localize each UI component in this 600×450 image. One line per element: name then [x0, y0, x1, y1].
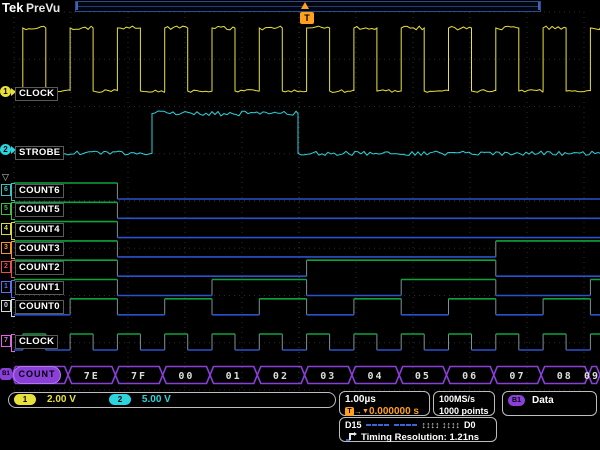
digital-label-count3: COUNT3	[15, 242, 64, 256]
digital-group-marker-icon: ▽	[2, 173, 9, 182]
trigger-flag: T	[300, 12, 314, 24]
digital-badge-d2: 2	[1, 261, 11, 273]
digital-traces	[14, 183, 600, 350]
timing-resolution: Timing Resolution: 1.21ns	[361, 432, 479, 443]
trigger-position-value: 0.000000 s	[369, 406, 419, 417]
svg-text:00: 00	[178, 371, 194, 382]
bus-mode: Data	[532, 395, 554, 406]
digital-msb-label: D15	[345, 420, 362, 430]
trigger-arrow-icon: →	[354, 407, 362, 416]
svg-text:7F: 7F	[131, 371, 147, 382]
ch2-strobe-trace	[14, 111, 600, 155]
digital-badge-d1: 1	[1, 281, 11, 293]
digital-activity-indicators: ↕↕↕↕ ↕↕↕↕	[422, 420, 461, 430]
acquisition-status: PreVu	[26, 1, 60, 15]
ch1-scale: 2.00 V	[47, 394, 76, 405]
trigger-level-icon: ▼	[362, 408, 369, 415]
digital-label-clock: CLOCK	[15, 335, 58, 349]
horizontal-scale: 1.00µs	[345, 394, 376, 405]
svg-text:01: 01	[226, 371, 242, 382]
svg-text:7E: 7E	[84, 371, 100, 382]
bus-readout: B1 Data	[502, 391, 597, 416]
svg-text:02: 02	[273, 371, 289, 382]
digital-label-count0: COUNT0	[15, 300, 64, 314]
horizontal-readout: 1.00µs T→▼0.000000 s	[339, 391, 430, 416]
ch1-badge: 1	[0, 86, 11, 97]
bus-badge: B1	[0, 368, 12, 380]
svg-text:04: 04	[368, 371, 384, 382]
trigger-mini-badge: T	[345, 407, 354, 416]
svg-text:03: 03	[320, 371, 336, 382]
digital-badge-d0: 0	[1, 300, 11, 312]
trigger-position-arrow-icon	[301, 2, 309, 9]
ch1-label: CLOCK	[15, 87, 58, 101]
channel-scale-readout: 1 2.00 V 2 5.00 V	[8, 392, 336, 408]
record-left-bracket	[76, 2, 78, 10]
digital-label-count6: COUNT6	[15, 184, 64, 198]
ch2-badge: 2	[0, 144, 11, 155]
digital-low-indicators	[366, 420, 418, 430]
bus-readout-badge: B1	[508, 395, 525, 406]
ch2-label: STROBE	[15, 146, 64, 160]
ch2-scale: 5.00 V	[142, 394, 171, 405]
digital-label-count1: COUNT1	[15, 281, 64, 295]
sample-rate: 100MS/s	[439, 394, 475, 404]
svg-text:08: 08	[557, 371, 573, 382]
bus-label-bubble: COUNT	[13, 366, 61, 384]
digital-badge-d6: 6	[1, 184, 11, 196]
digital-label-count2: COUNT2	[15, 261, 64, 275]
svg-text:05: 05	[415, 371, 431, 382]
ch1-scale-badge: 1	[14, 394, 36, 405]
svg-text:06: 06	[462, 371, 478, 382]
tek-logo: Tek	[2, 0, 23, 15]
digital-label-count4: COUNT4	[15, 223, 64, 237]
ch1-clock-trace	[14, 26, 600, 92]
digital-badge-d5: 5	[1, 203, 11, 215]
acquisition-readout: 100MS/s 1000 points	[433, 391, 495, 416]
ch2-position-marker: 2	[0, 144, 16, 155]
digital-badge-d4: 4	[1, 223, 11, 235]
ch1-position-marker: 1	[0, 86, 16, 97]
digital-badge-d7: 7	[1, 335, 11, 347]
bus-trace: 7E 7F 00 01 02 03 04 05 06 07 08 09	[12, 367, 600, 384]
digital-lsb-label: D0	[464, 420, 476, 430]
digital-status-readout: D15 ↕↕↕↕ ↕↕↕↕ D0 Timing Resolution: 1.21…	[339, 417, 497, 442]
waveform-canvas: 7E7F00010203040506070809	[0, 0, 600, 450]
oscilloscope-screen: 7E7F00010203040506070809 Tek PreVu T 1 C…	[0, 0, 600, 450]
svg-text:09: 09	[584, 371, 600, 382]
timing-edge-icon	[345, 432, 358, 442]
record-length: 1000 points	[439, 406, 489, 416]
ch2-scale-badge: 2	[109, 394, 131, 405]
record-right-bracket	[538, 2, 540, 10]
digital-badge-d3: 3	[1, 242, 11, 254]
digital-label-count5: COUNT5	[15, 203, 64, 217]
svg-text:07: 07	[509, 371, 525, 382]
